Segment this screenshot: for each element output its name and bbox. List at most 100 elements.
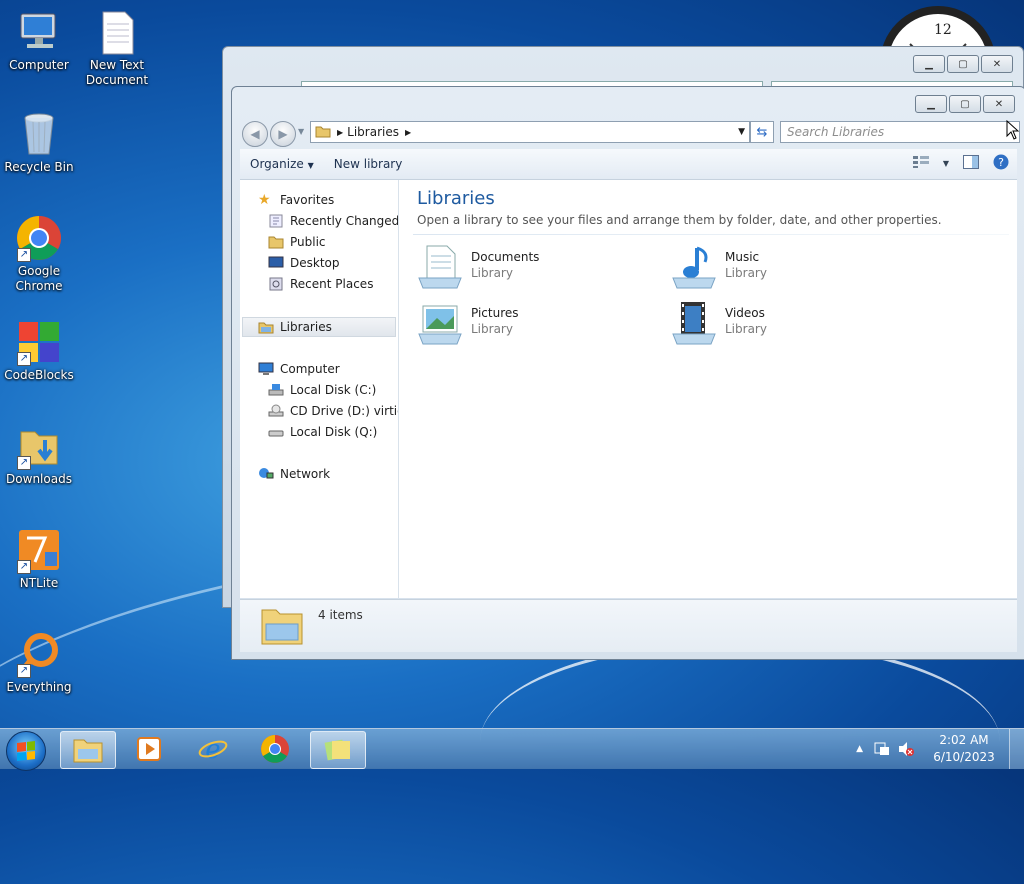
show-desktop-button[interactable]: [1009, 729, 1024, 769]
system-tray: ▲ 2:02 AM 6/10/2023: [856, 729, 1024, 769]
help-button[interactable]: ?: [993, 154, 1009, 173]
nav-libraries[interactable]: Libraries: [258, 317, 332, 337]
address-bar[interactable]: ▶ Libraries ▶ ▼: [310, 121, 750, 143]
change-view-button[interactable]: [912, 156, 929, 171]
back-button[interactable]: ◀: [242, 121, 268, 147]
address-history-dropdown-icon[interactable]: ▼: [738, 127, 745, 137]
libraries-large-icon: [258, 602, 306, 651]
taskbar-internet-explorer[interactable]: e: [186, 731, 240, 767]
nav-computer[interactable]: Computer: [258, 359, 340, 379]
library-videos[interactable]: Videos Library: [671, 300, 911, 348]
computer-icon: [258, 362, 274, 376]
desktop-icon-codeblocks[interactable]: ↗ CodeBlocks: [3, 318, 75, 383]
nav-favorites[interactable]: ★ Favorites: [258, 190, 334, 210]
taskbar-explorer[interactable]: [60, 731, 116, 769]
start-button[interactable]: [6, 731, 46, 771]
show-hidden-icons-button[interactable]: ▲: [856, 744, 863, 754]
library-type: Library: [725, 266, 767, 280]
window-controls: ▁ ▢ ✕: [913, 55, 1013, 73]
nav-public[interactable]: Public: [268, 232, 326, 252]
minimize-button[interactable]: ▁: [915, 95, 947, 113]
nav-recent-places[interactable]: Recent Places: [268, 274, 373, 294]
nav-recently-changed[interactable]: Recently Changed: [268, 211, 399, 231]
downloads-folder-icon: ↗: [15, 422, 63, 470]
nav-label: Favorites: [280, 193, 335, 207]
nav-label: CD Drive (D:) virtio-win: [290, 404, 398, 418]
nav-label: Public: [290, 235, 326, 249]
action-center-icon[interactable]: [873, 741, 891, 757]
organize-button[interactable]: Organize ▼: [240, 157, 324, 171]
desktop-icon-google-chrome[interactable]: ↗ Google Chrome: [3, 214, 75, 294]
desktop-icon-label: NTLite: [19, 576, 59, 590]
window-controls: ▁ ▢ ✕: [915, 95, 1015, 113]
desktop-icon-computer[interactable]: Computer: [3, 8, 75, 73]
volume-muted-icon[interactable]: [897, 741, 915, 757]
close-button[interactable]: ✕: [981, 55, 1013, 73]
taskbar-chrome[interactable]: [248, 731, 302, 767]
videos-library-icon: [671, 300, 717, 346]
close-button[interactable]: ✕: [983, 95, 1015, 113]
desktop-icon-recycle-bin[interactable]: Recycle Bin: [3, 110, 75, 175]
hard-drive-icon: [268, 425, 284, 439]
view-dropdown-icon[interactable]: ▼: [943, 159, 949, 168]
taskbar-clock[interactable]: 2:02 AM 6/10/2023: [919, 732, 1009, 766]
desktop-icon-downloads[interactable]: ↗ Downloads: [3, 422, 75, 487]
desktop-icon: [268, 256, 284, 270]
minimize-button[interactable]: ▁: [913, 55, 945, 73]
new-library-button[interactable]: New library: [324, 157, 413, 171]
divider: [413, 234, 1009, 235]
refresh-button[interactable]: ⇆: [750, 121, 774, 143]
nav-cd-drive-d[interactable]: CD Drive (D:) virtio-win: [268, 401, 398, 421]
desktop-icon-label: Computer: [9, 58, 69, 72]
nav-local-disk-q[interactable]: Local Disk (Q:): [268, 422, 377, 442]
sticky-notes-icon: [324, 739, 350, 761]
search-box[interactable]: [780, 121, 1020, 143]
nav-desktop[interactable]: Desktop: [268, 253, 340, 273]
library-pictures[interactable]: Pictures Library: [417, 300, 657, 348]
desktop-icon-label: Downloads: [6, 472, 72, 486]
navigation-pane: ★ Favorites Recently Changed Public Desk…: [240, 180, 399, 598]
shortcut-arrow-icon: ↗: [17, 352, 31, 366]
search-input[interactable]: [781, 122, 989, 142]
command-bar: Organize ▼ New library ▼ ?: [240, 149, 1017, 180]
forward-button[interactable]: ▶: [270, 121, 296, 147]
desktop-icon-label: Google Chrome: [15, 264, 63, 293]
maximize-button[interactable]: ▢: [947, 55, 979, 73]
library-documents[interactable]: Documents Library: [417, 244, 657, 292]
libraries-explorer-window[interactable]: ▁ ▢ ✕ ◀ ▶ ▼ ▶ Libraries ▶ ▼ ⇆ Organize ▼…: [231, 86, 1024, 660]
nav-local-disk-c[interactable]: Local Disk (C:): [268, 380, 376, 400]
internet-explorer-icon: e: [198, 735, 228, 764]
text-document-icon: [93, 8, 141, 56]
taskbar-media-player[interactable]: [122, 731, 176, 767]
help-icon: ?: [993, 154, 1009, 170]
desktop-icon-label: New Text Document: [85, 58, 149, 87]
maximize-button[interactable]: ▢: [949, 95, 981, 113]
breadcrumb-libraries[interactable]: Libraries: [347, 125, 399, 139]
breadcrumb-separator-icon[interactable]: ▶: [337, 128, 343, 137]
page-title: Libraries: [417, 188, 495, 209]
music-library-icon: [671, 244, 717, 290]
desktop-icon-label: CodeBlocks: [4, 368, 74, 382]
nav-label: Recently Changed: [290, 214, 399, 228]
desktop-icon-ntlite[interactable]: ↗ NTLite: [3, 526, 75, 591]
taskbar-sticky-notes[interactable]: [310, 731, 366, 769]
chrome-icon: [261, 735, 289, 763]
shortcut-arrow-icon: ↗: [17, 560, 31, 574]
chevron-down-icon: ▼: [307, 161, 314, 170]
clock-date: 6/10/2023: [933, 750, 995, 764]
desktop-icon-everything[interactable]: ↗ Everything: [3, 630, 75, 695]
nav-network[interactable]: Network: [258, 464, 330, 484]
media-player-icon: [137, 737, 161, 761]
library-music[interactable]: Music Library: [671, 244, 911, 292]
documents-library-icon: [417, 244, 463, 290]
windows-explorer-icon: [73, 739, 103, 763]
preview-pane-button[interactable]: [963, 155, 979, 172]
nav-label: Desktop: [290, 256, 340, 270]
nav-label: Network: [280, 467, 331, 481]
cd-drive-icon: [268, 404, 284, 418]
breadcrumb-separator-icon[interactable]: ▶: [405, 128, 411, 137]
library-name: Music: [725, 250, 760, 264]
clock-time: 2:02 AM: [939, 733, 989, 747]
desktop-icon-new-text-document[interactable]: New Text Document: [81, 8, 153, 88]
recent-pages-dropdown-icon[interactable]: ▼: [298, 127, 304, 136]
